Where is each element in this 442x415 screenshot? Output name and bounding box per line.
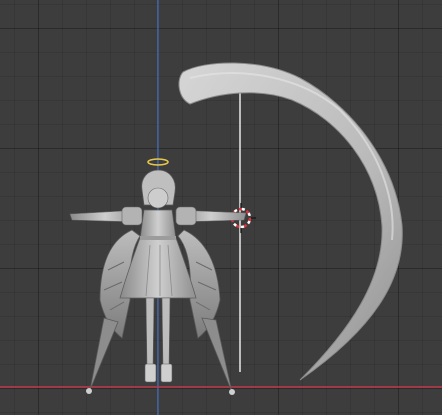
face bbox=[147, 187, 169, 209]
left-spike-ball bbox=[86, 388, 92, 394]
left-spike bbox=[89, 317, 119, 391]
right-spike-ball bbox=[229, 389, 235, 395]
waist-belt bbox=[140, 236, 176, 240]
left-leg bbox=[145, 297, 155, 369]
right-sleeve bbox=[175, 206, 197, 226]
left-boot bbox=[144, 363, 157, 383]
3d-viewport[interactable] bbox=[0, 0, 442, 415]
left-sleeve bbox=[121, 206, 143, 226]
right-leg bbox=[161, 297, 171, 369]
right-boot bbox=[160, 363, 173, 383]
torso bbox=[139, 209, 177, 241]
right-spike bbox=[201, 317, 233, 393]
viewport-canvas[interactable] bbox=[0, 0, 442, 415]
